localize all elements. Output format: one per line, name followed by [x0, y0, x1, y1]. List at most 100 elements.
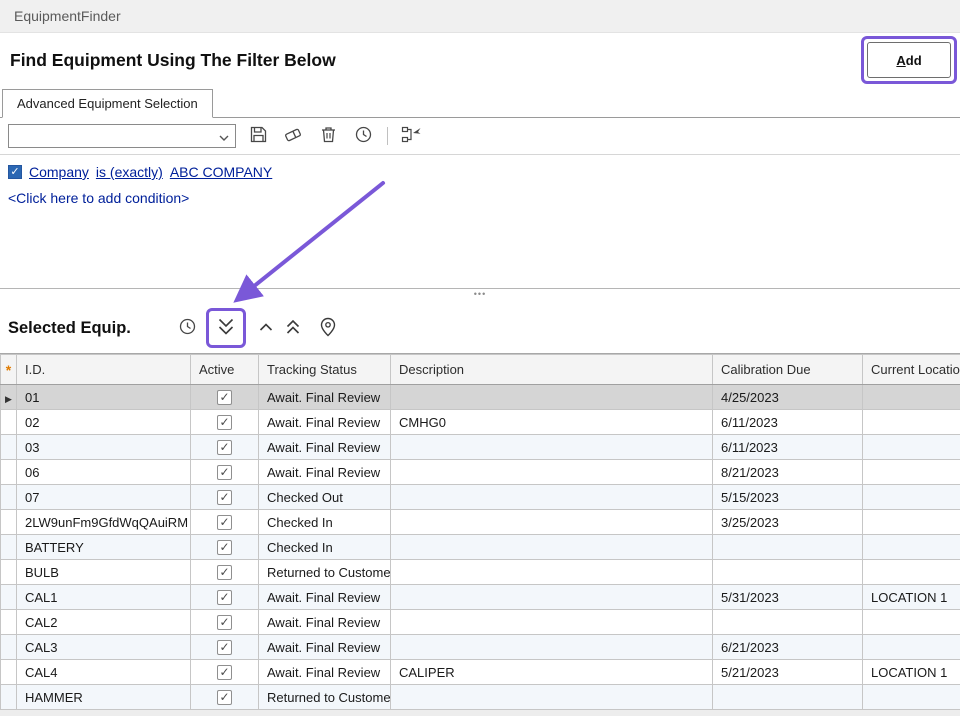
cell-id[interactable]: HAMMER — [17, 685, 191, 710]
cell-current-location[interactable]: LOCATION 1 — [863, 585, 960, 610]
cell-description[interactable] — [391, 585, 713, 610]
tab-advanced-equipment-selection[interactable]: Advanced Equipment Selection — [2, 89, 213, 118]
results-history-button[interactable] — [175, 315, 201, 341]
cell-calibration-due[interactable]: 6/21/2023 — [713, 635, 863, 660]
cell-current-location[interactable] — [863, 535, 960, 560]
table-row[interactable]: 03 ✓ Await. Final Review 6/11/2023 — [1, 435, 960, 460]
cell-id[interactable]: CAL4 — [17, 660, 191, 685]
condition-value-link[interactable]: ABC COMPANY — [170, 164, 272, 180]
table-row[interactable]: HAMMER ✓ Returned to Customer — [1, 685, 960, 710]
active-checkbox[interactable]: ✓ — [217, 515, 232, 530]
active-checkbox[interactable]: ✓ — [217, 440, 232, 455]
splitter-handle[interactable]: ••• — [0, 289, 960, 303]
table-row[interactable]: 2LW9unFm9GfdWqQAuiRM ✓ Checked In 3/25/2… — [1, 510, 960, 535]
hierarchy-view-button[interactable] — [399, 123, 425, 149]
cell-tracking-status[interactable]: Await. Final Review — [259, 435, 391, 460]
cell-id[interactable]: BULB — [17, 560, 191, 585]
cell-calibration-due[interactable]: 8/21/2023 — [713, 460, 863, 485]
cell-current-location[interactable] — [863, 485, 960, 510]
cell-calibration-due[interactable]: 5/15/2023 — [713, 485, 863, 510]
cell-description[interactable] — [391, 560, 713, 585]
active-checkbox[interactable]: ✓ — [217, 415, 232, 430]
active-checkbox[interactable]: ✓ — [217, 690, 232, 705]
cell-calibration-due[interactable] — [713, 560, 863, 585]
table-row[interactable]: CAL3 ✓ Await. Final Review 6/21/2023 — [1, 635, 960, 660]
active-checkbox[interactable]: ✓ — [217, 390, 232, 405]
cell-calibration-due[interactable] — [713, 685, 863, 710]
cell-current-location[interactable] — [863, 560, 960, 585]
table-row[interactable]: CAL4 ✓ Await. Final Review CALIPER 5/21/… — [1, 660, 960, 685]
cell-id[interactable]: CAL1 — [17, 585, 191, 610]
cell-description[interactable]: CALIPER — [391, 660, 713, 685]
cell-id[interactable]: 03 — [17, 435, 191, 460]
cell-tracking-status[interactable]: Checked In — [259, 535, 391, 560]
add-condition-link[interactable]: <Click here to add condition> — [8, 190, 952, 206]
cell-current-location[interactable] — [863, 385, 960, 410]
cell-id[interactable]: 2LW9unFm9GfdWqQAuiRM — [17, 510, 191, 535]
cell-tracking-status[interactable]: Checked Out — [259, 485, 391, 510]
table-row[interactable]: ▶ 01 ✓ Await. Final Review 4/25/2023 — [1, 385, 960, 410]
cell-description[interactable] — [391, 685, 713, 710]
cell-calibration-due[interactable]: 4/25/2023 — [713, 385, 863, 410]
cell-current-location[interactable] — [863, 435, 960, 460]
cell-current-location[interactable] — [863, 635, 960, 660]
cell-current-location[interactable] — [863, 685, 960, 710]
cell-calibration-due[interactable]: 6/11/2023 — [713, 435, 863, 460]
move-all-up-button[interactable] — [280, 315, 306, 341]
table-row[interactable]: BULB ✓ Returned to Customer — [1, 560, 960, 585]
cell-tracking-status[interactable]: Returned to Customer — [259, 685, 391, 710]
active-checkbox[interactable]: ✓ — [217, 490, 232, 505]
save-filter-button[interactable] — [245, 123, 271, 149]
cell-current-location[interactable] — [863, 610, 960, 635]
cell-id[interactable]: 02 — [17, 410, 191, 435]
active-checkbox[interactable]: ✓ — [217, 615, 232, 630]
cell-description[interactable] — [391, 435, 713, 460]
cell-tracking-status[interactable]: Await. Final Review — [259, 460, 391, 485]
cell-description[interactable] — [391, 510, 713, 535]
location-button[interactable] — [315, 315, 341, 341]
filter-history-button[interactable] — [350, 123, 376, 149]
move-all-down-button[interactable] — [211, 313, 241, 343]
cell-current-location[interactable] — [863, 460, 960, 485]
cell-description[interactable]: CMHG0 — [391, 410, 713, 435]
cell-tracking-status[interactable]: Await. Final Review — [259, 610, 391, 635]
cell-id[interactable]: BATTERY — [17, 535, 191, 560]
cell-tracking-status[interactable]: Await. Final Review — [259, 410, 391, 435]
active-checkbox[interactable]: ✓ — [217, 590, 232, 605]
table-row[interactable]: BATTERY ✓ Checked In — [1, 535, 960, 560]
cell-description[interactable] — [391, 535, 713, 560]
cell-current-location[interactable] — [863, 410, 960, 435]
col-header-current-location[interactable]: Current Location — [863, 355, 960, 385]
add-button[interactable]: Add — [867, 42, 951, 78]
col-header-id[interactable]: I.D. — [17, 355, 191, 385]
cell-calibration-due[interactable]: 5/21/2023 — [713, 660, 863, 685]
cell-calibration-due[interactable] — [713, 610, 863, 635]
table-row[interactable]: CAL2 ✓ Await. Final Review — [1, 610, 960, 635]
move-up-button[interactable] — [253, 315, 279, 341]
cell-tracking-status[interactable]: Await. Final Review — [259, 635, 391, 660]
cell-id[interactable]: CAL2 — [17, 610, 191, 635]
cell-id[interactable]: 01 — [17, 385, 191, 410]
col-header-description[interactable]: Description — [391, 355, 713, 385]
active-checkbox[interactable]: ✓ — [217, 465, 232, 480]
cell-tracking-status[interactable]: Await. Final Review — [259, 660, 391, 685]
cell-calibration-due[interactable]: 5/31/2023 — [713, 585, 863, 610]
col-header-active[interactable]: Active — [191, 355, 259, 385]
cell-description[interactable] — [391, 460, 713, 485]
table-row[interactable]: 07 ✓ Checked Out 5/15/2023 — [1, 485, 960, 510]
condition-field-link[interactable]: Company — [29, 164, 89, 180]
cell-id[interactable]: 07 — [17, 485, 191, 510]
delete-filter-button[interactable] — [315, 123, 341, 149]
cell-tracking-status[interactable]: Await. Final Review — [259, 585, 391, 610]
cell-id[interactable]: CAL3 — [17, 635, 191, 660]
cell-tracking-status[interactable]: Checked In — [259, 510, 391, 535]
cell-description[interactable] — [391, 610, 713, 635]
cell-tracking-status[interactable]: Await. Final Review — [259, 385, 391, 410]
table-row[interactable]: 06 ✓ Await. Final Review 8/21/2023 — [1, 460, 960, 485]
cell-description[interactable] — [391, 635, 713, 660]
col-header-tracking-status[interactable]: Tracking Status — [259, 355, 391, 385]
condition-operator-link[interactable]: is (exactly) — [96, 164, 163, 180]
active-checkbox[interactable]: ✓ — [217, 540, 232, 555]
table-row[interactable]: CAL1 ✓ Await. Final Review 5/31/2023 LOC… — [1, 585, 960, 610]
clear-filter-button[interactable] — [280, 123, 306, 149]
